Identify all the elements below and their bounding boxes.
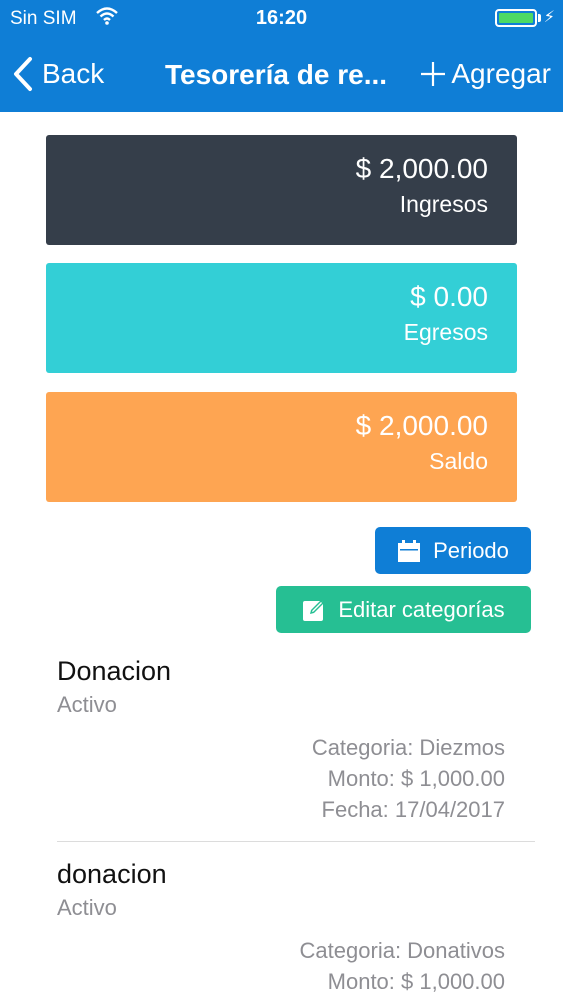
plus-icon (421, 62, 446, 86)
calendar-icon (398, 539, 421, 562)
transaction-category: Categoria: Donativos (299, 938, 505, 963)
transaction-title: donacion (57, 859, 167, 889)
list-item[interactable]: donacion Activo Categoria: Donativos Mon… (57, 858, 535, 997)
transaction-amount: Monto: $ 1,000.00 (327, 969, 505, 994)
back-button[interactable]: Back (12, 54, 104, 94)
periodo-button[interactable]: Periodo (375, 527, 531, 574)
add-button[interactable]: Agregar (419, 54, 551, 94)
balance-amount: $ 2,000.00 (355, 410, 488, 441)
expense-amount: $ 0.00 (410, 281, 488, 312)
clock: 16:20 (255, 7, 308, 29)
transaction-status: Activo (57, 895, 117, 920)
page-title: Tesorería de re... (165, 59, 388, 90)
balance-label: Saldo (429, 448, 488, 474)
transaction-status: Activo (57, 692, 117, 717)
income-card: $ 2,000.00 Ingresos (46, 135, 517, 245)
income-label: Ingresos (399, 191, 488, 217)
battery-tip (538, 14, 541, 22)
navigation-bar: Back Tesorería de re... Agregar (0, 38, 563, 112)
status-bar: Sin SIM 16:20 ⚡ (0, 0, 563, 38)
battery-icon (495, 9, 537, 27)
chevron-left-icon (14, 57, 32, 91)
edit-categories-button[interactable]: Editar categorías (276, 586, 531, 633)
charging-icon: ⚡ (543, 9, 555, 26)
back-label: Back (42, 58, 105, 89)
transaction-date: Fecha: 17/04/2017 (321, 797, 505, 822)
expense-card: $ 0.00 Egresos (46, 263, 517, 373)
add-label: Agregar (451, 58, 551, 89)
list-item[interactable]: Donacion Activo Categoria: Diezmos Monto… (57, 655, 535, 825)
periodo-label: Periodo (433, 537, 509, 563)
transaction-category: Categoria: Diezmos (311, 735, 505, 760)
transaction-details: Categoria: Donativos Monto: $ 1,000.00 (57, 935, 535, 997)
transaction-title: Donacion (57, 656, 172, 686)
transaction-details: Categoria: Diezmos Monto: $ 1,000.00 Fec… (57, 732, 535, 825)
divider (57, 841, 535, 842)
edit-icon (303, 599, 325, 621)
income-amount: $ 2,000.00 (355, 153, 488, 184)
transaction-amount: Monto: $ 1,000.00 (327, 766, 505, 791)
edit-categories-label: Editar categorías (338, 596, 505, 622)
balance-card: $ 2,000.00 Saldo (46, 392, 517, 502)
expense-label: Egresos (403, 319, 488, 345)
